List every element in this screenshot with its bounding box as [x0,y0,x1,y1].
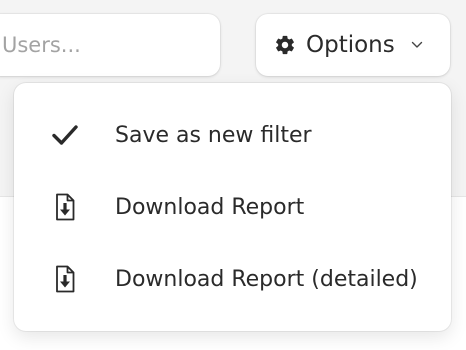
options-label: Options [306,32,395,58]
menu-item-save-filter[interactable]: Save as new filter [14,99,451,171]
search-field[interactable] [0,14,220,76]
options-dropdown-menu: Save as new filter Download Report Downl… [14,83,451,331]
options-button[interactable]: Options [256,14,450,76]
gear-icon [276,35,294,55]
menu-item-label: Download Report [115,194,305,220]
menu-item-label: Save as new filter [115,122,312,148]
chevron-down-icon [411,41,422,48]
menu-item-download-report[interactable]: Download Report [14,171,451,243]
checkmark-icon [50,120,80,150]
search-input[interactable] [0,14,220,76]
menu-item-label: Download Report (detailed) [115,266,418,292]
download-file-icon [50,264,80,294]
page: Options Save as new filter D [0,0,466,350]
menu-item-download-report-detailed[interactable]: Download Report (detailed) [14,243,451,315]
download-file-icon [50,192,80,222]
